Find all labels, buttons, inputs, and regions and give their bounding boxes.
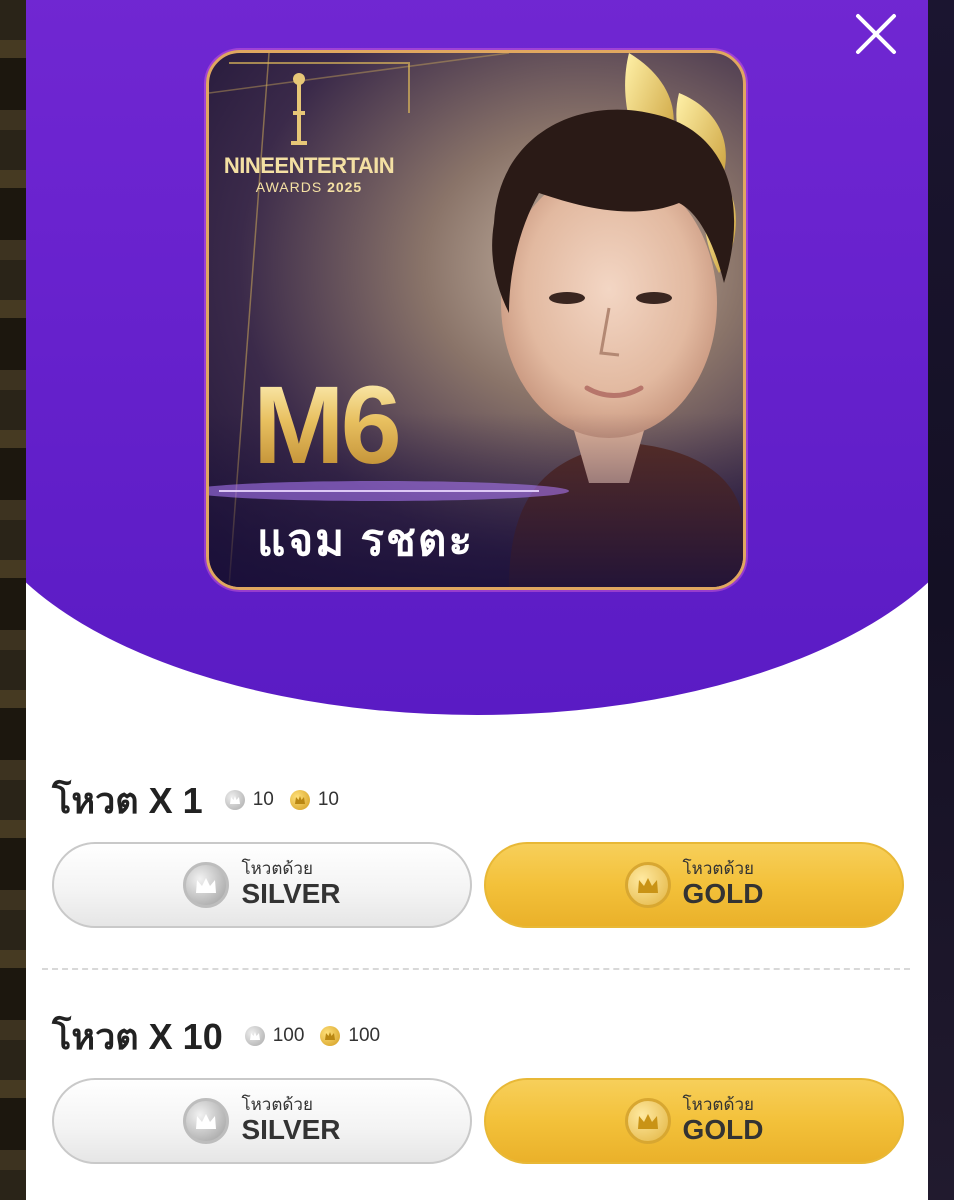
awards-logo: NINEENTERTAIN AWARDS 2025 <box>219 153 399 195</box>
gold-coin-icon <box>289 790 310 810</box>
background-right <box>928 0 954 1200</box>
section-divider <box>42 968 910 970</box>
vote-gold-label: GOLD <box>682 877 764 909</box>
vote-silver-sublabel: โหวตด้วย <box>241 859 313 879</box>
awards-logo-label: AWARDS <box>255 179 323 195</box>
silver-coin-icon <box>224 790 245 810</box>
nominee-code: M6 <box>253 364 402 487</box>
vote-gold-button[interactable]: โหวตด้วย GOLD <box>484 842 904 928</box>
awards-logo-year: 2025 <box>327 179 363 195</box>
vote-modal: NINEENTERTAIN AWARDS 2025 M6 แจม รชตะ โห… <box>26 0 928 1200</box>
silver-coin-icon <box>244 1026 265 1046</box>
silver-coin-icon <box>183 862 230 908</box>
vote-silver-label: SILVER <box>241 1113 341 1145</box>
nominee-name: แจม รชตะ <box>257 516 475 565</box>
gold-price-value: 100 <box>348 1025 381 1046</box>
gold-price: 100 <box>320 1025 380 1047</box>
vote-gold-text: โหวตด้วย GOLD <box>683 860 764 909</box>
vote-option-header: โหวต X 10 100 100 <box>52 1016 904 1057</box>
gold-coin-icon <box>624 862 671 908</box>
vote-silver-text: โหวตด้วย SILVER <box>241 860 340 909</box>
vote-silver-sublabel: โหวตด้วย <box>241 1095 313 1115</box>
vote-gold-label: GOLD <box>682 1113 764 1145</box>
gold-price: 10 <box>289 789 339 811</box>
gold-price-value: 10 <box>317 789 339 810</box>
vote-option-x1: โหวต X 1 10 10 โหวตด้วย SILVER โหวตด้วย … <box>52 780 904 928</box>
vote-gold-text: โหวตด้วย GOLD <box>683 1096 764 1145</box>
awards-logo-title: NINEENTERTAIN <box>223 153 395 178</box>
close-icon <box>856 14 896 54</box>
silver-coin-icon <box>183 1098 230 1144</box>
silver-price: 10 <box>224 789 274 811</box>
silver-price-value: 10 <box>252 789 274 810</box>
silver-price-value: 100 <box>272 1025 305 1046</box>
vote-option-title: โหวต X 1 <box>52 779 203 821</box>
vote-gold-button[interactable]: โหวตด้วย GOLD <box>484 1078 904 1164</box>
close-button[interactable] <box>852 10 900 58</box>
vote-silver-button[interactable]: โหวตด้วย SILVER <box>52 1078 472 1164</box>
vote-option-header: โหวต X 1 10 10 <box>52 780 904 821</box>
vote-silver-label: SILVER <box>241 877 341 909</box>
awards-logo-subtitle: AWARDS 2025 <box>219 179 399 195</box>
gold-coin-icon <box>624 1098 671 1144</box>
vote-gold-sublabel: โหวตด้วย <box>682 859 755 879</box>
silver-price: 100 <box>244 1025 305 1047</box>
vote-option-title: โหวต X 10 <box>52 1015 223 1057</box>
vote-silver-button[interactable]: โหวตด้วย SILVER <box>52 842 472 928</box>
vote-gold-sublabel: โหวตด้วย <box>682 1095 755 1115</box>
vote-silver-text: โหวตด้วย SILVER <box>241 1096 340 1145</box>
gold-coin-icon <box>320 1026 341 1046</box>
vote-buttons: โหวตด้วย SILVER โหวตด้วย GOLD <box>52 842 904 928</box>
nominee-poster: NINEENTERTAIN AWARDS 2025 M6 แจม รชตะ <box>206 50 746 590</box>
vote-option-x10: โหวต X 10 100 100 โหวตด้วย SILVER โหวตด้… <box>52 1016 904 1164</box>
vote-buttons: โหวตด้วย SILVER โหวตด้วย GOLD <box>52 1078 904 1164</box>
background-left <box>0 0 26 1200</box>
